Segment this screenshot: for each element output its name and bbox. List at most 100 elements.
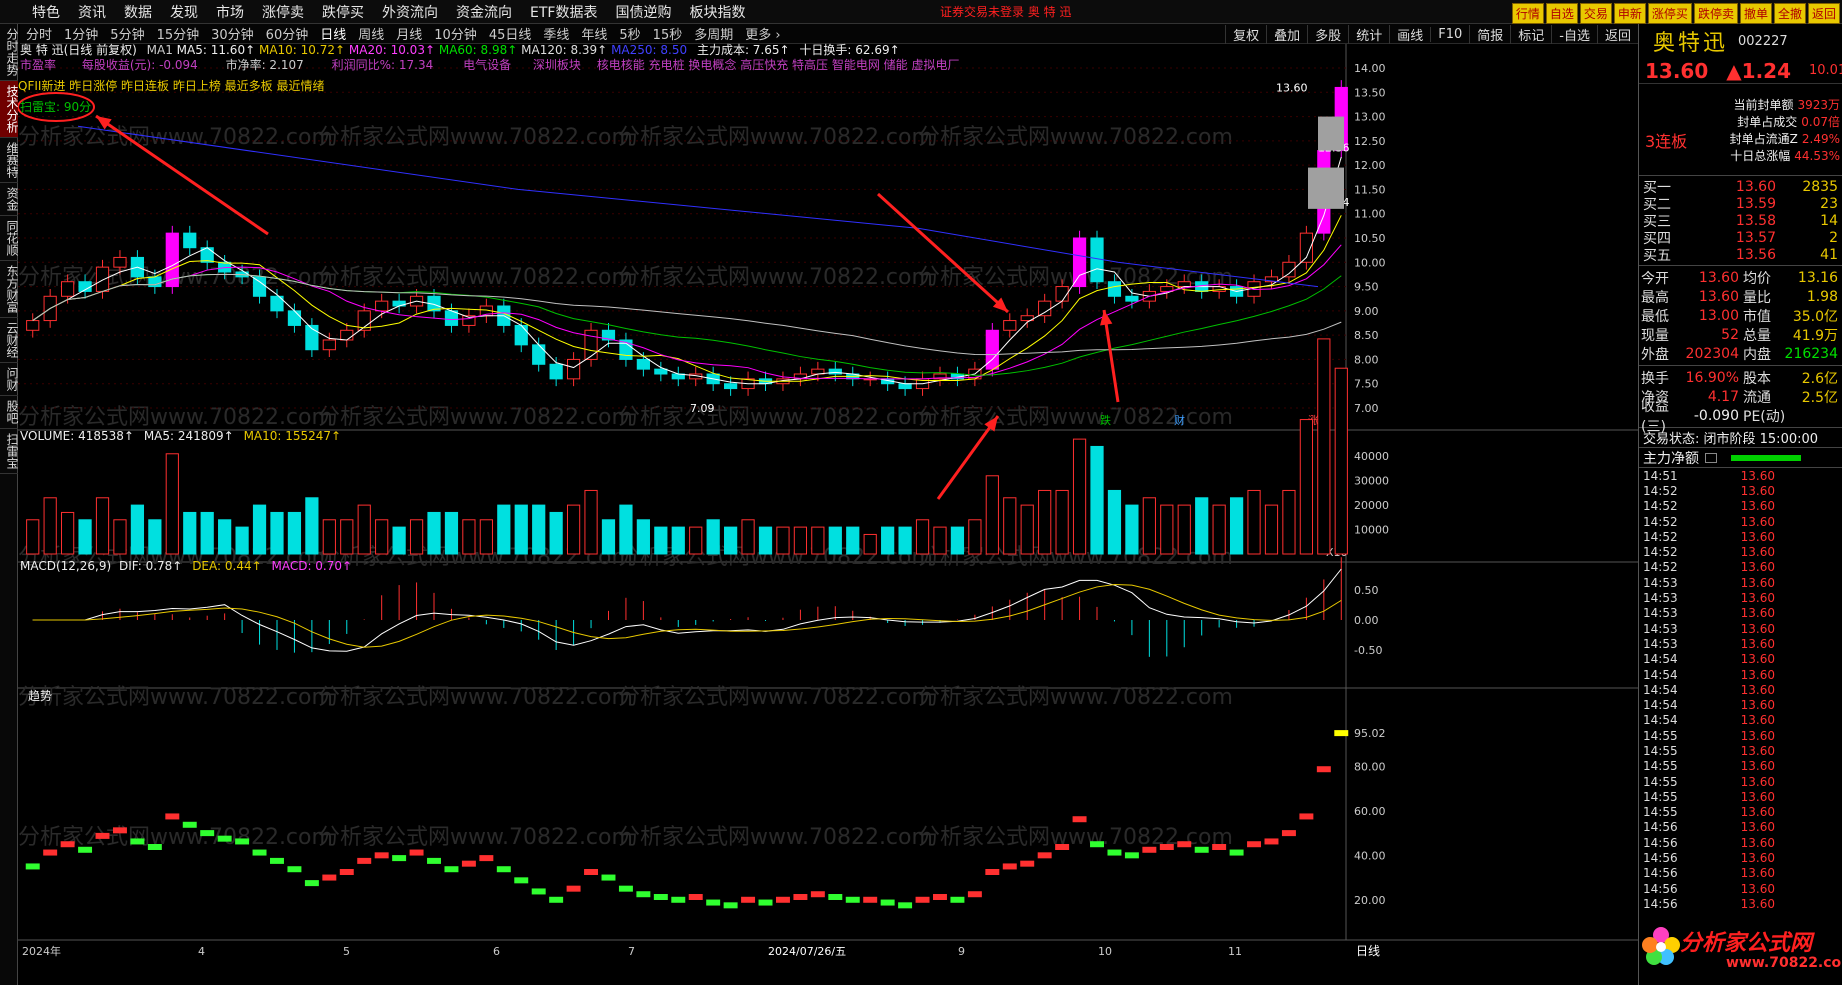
macd-tick: 0.50 xyxy=(1354,584,1379,597)
quote-key-2: 均价 xyxy=(1743,270,1771,287)
left-tab-5[interactable]: 东方财富 xyxy=(0,261,19,318)
tool-4[interactable]: 画线 xyxy=(1389,24,1430,44)
tick-time: 14:55 xyxy=(1643,728,1678,743)
trend-block xyxy=(985,869,1000,875)
quote2-row-0: 换手 16.90% 股本 2.6亿 xyxy=(1639,368,1842,387)
trade-status: 交易状态: 闭市阶段 15:00:00 xyxy=(1639,428,1842,448)
trend-block xyxy=(636,891,651,898)
top-button-0[interactable]: 行情 xyxy=(1511,3,1544,24)
bid-price: 13.58 xyxy=(1735,212,1776,229)
menu-item-11[interactable]: 板块指数 xyxy=(680,2,754,22)
kline-chart-svg[interactable]: 分析家公式网www.70822.com分析家公式网www.70822.com分析… xyxy=(17,44,1638,985)
tool-0[interactable]: 复权 xyxy=(1225,24,1266,44)
net-flow-row: 主力净额 xyxy=(1639,448,1842,468)
left-tab-4[interactable]: 同花顺 xyxy=(0,216,19,261)
volume-bar xyxy=(1090,445,1104,555)
trend-block xyxy=(182,821,197,828)
menu-item-0[interactable]: 特色 xyxy=(0,2,69,22)
left-tab-9[interactable]: 扫雷宝 xyxy=(0,429,19,474)
chart-area[interactable]: 分析家公式网www.70822.com 分析家公式网www.70822.com 分析… xyxy=(17,43,1638,985)
tool-7[interactable]: 标记 xyxy=(1510,24,1551,44)
menu-item-9[interactable]: ETF数据表 xyxy=(521,2,606,22)
trade-status-text: 交易状态: 闭市阶段 15:00:00 xyxy=(1643,432,1819,447)
menu-item-10[interactable]: 国债逆购 xyxy=(606,2,680,22)
top-button-2[interactable]: 交易 xyxy=(1579,3,1612,24)
scan-score[interactable]: 扫雷宝: 90分 xyxy=(20,98,91,115)
top-button-8[interactable]: 返回 xyxy=(1807,3,1840,24)
left-tab-3[interactable]: 资金 xyxy=(0,183,19,216)
tick-price: 13.60 xyxy=(1740,896,1775,911)
bid-row-3[interactable]: 买四 13.57 2 xyxy=(1639,229,1842,247)
volume-bar xyxy=(566,504,581,555)
tool-1[interactable]: 叠加 xyxy=(1266,24,1307,44)
tick-price: 13.60 xyxy=(1740,621,1775,636)
left-tab-1[interactable]: 技术分析 xyxy=(0,81,19,138)
trend-block xyxy=(793,894,808,900)
candle xyxy=(724,383,738,390)
volume-bar xyxy=(1020,504,1034,555)
top-button-5[interactable]: 跌停卖 xyxy=(1693,3,1738,24)
ma20-value: MA20: 10.03↑ xyxy=(348,43,436,57)
quote2-row-2: 收益(三) -0.090 PE(动) xyxy=(1639,399,1842,435)
bid-row-0[interactable]: 买一 13.60 2835 xyxy=(1639,178,1842,196)
ten-day-turnover: 十日换手: 62.69↑ xyxy=(799,43,900,57)
tool-3[interactable]: 统计 xyxy=(1348,24,1389,44)
trend-tick: 40.00 xyxy=(1354,849,1386,862)
bid-row-2[interactable]: 买三 13.58 14 xyxy=(1639,212,1842,230)
top-button-1[interactable]: 自选 xyxy=(1545,3,1578,24)
left-tab-8[interactable]: 股吧 xyxy=(0,396,19,429)
tick-time: 14:52 xyxy=(1643,514,1678,529)
volume-bar xyxy=(444,511,459,555)
candle xyxy=(95,266,110,292)
volume-bar xyxy=(950,526,965,555)
candle xyxy=(898,383,912,390)
tick-row-15: 14:54 13.60 xyxy=(1639,697,1842,712)
macd-value: MACD: 0.70↑ xyxy=(271,559,353,573)
candle xyxy=(26,320,40,331)
top-button-3[interactable]: 申新 xyxy=(1613,3,1646,24)
menu-item-4[interactable]: 市场 xyxy=(207,2,253,22)
menu-item-7[interactable]: 外资流向 xyxy=(373,2,447,22)
quote-value-2: 1.98 xyxy=(1806,288,1838,305)
top-button-4[interactable]: 涨停买 xyxy=(1647,3,1692,24)
left-tab-7[interactable]: 问财 xyxy=(0,363,19,396)
menu-item-2[interactable]: 数据 xyxy=(115,2,161,22)
tool-9[interactable]: 返回 xyxy=(1596,24,1638,44)
volume-bar xyxy=(165,453,179,555)
left-tab-6[interactable]: 云财经 xyxy=(0,318,19,363)
menu-item-1[interactable]: 资讯 xyxy=(69,2,115,22)
quote-row-2: 最低 13.00 市值 35.0亿 xyxy=(1639,306,1842,325)
bid-row-4[interactable]: 买五 13.56 41 xyxy=(1639,246,1842,264)
tool-2[interactable]: 多股 xyxy=(1307,24,1348,44)
menu-item-6[interactable]: 跌停买 xyxy=(313,2,373,22)
main-cost: 主力成本: 7.65↑ xyxy=(696,43,790,57)
ma120-value: MA120: 8.39↑ xyxy=(521,43,608,57)
trend-block xyxy=(706,899,721,906)
volume-ma5: MA5: 241809↑ xyxy=(143,429,234,443)
tool-6[interactable]: 简报 xyxy=(1469,24,1510,44)
menu-item-8[interactable]: 资金流向 xyxy=(447,2,521,22)
tool-8[interactable]: -自选 xyxy=(1551,24,1597,44)
trend-block xyxy=(584,869,599,875)
tick-time: 14:54 xyxy=(1643,652,1678,667)
tick-row-8: 14:53 13.60 xyxy=(1639,590,1842,605)
menu-item-3[interactable]: 发现 xyxy=(161,2,207,22)
bid-row-1[interactable]: 买二 13.59 23 xyxy=(1639,195,1842,213)
candle xyxy=(322,339,336,351)
tick-row-28: 14:56 13.60 xyxy=(1639,896,1842,911)
volume-bar xyxy=(776,526,790,555)
top-button-6[interactable]: 撤单 xyxy=(1739,3,1772,24)
volume-bar xyxy=(462,519,476,555)
tick-time: 14:54 xyxy=(1643,698,1678,713)
net-flow-icon[interactable] xyxy=(1705,452,1717,463)
menu-item-5[interactable]: 涨停卖 xyxy=(253,2,313,22)
trend-block xyxy=(915,896,930,903)
volume-bar xyxy=(758,526,773,555)
watermark-text: 分析家公式网www.70822.com xyxy=(618,405,933,430)
tool-5[interactable]: F10 xyxy=(1430,26,1469,42)
top-button-7[interactable]: 全撤 xyxy=(1773,3,1806,24)
left-tab-0[interactable]: 分时走势 xyxy=(0,24,19,81)
trend-block xyxy=(671,896,686,903)
trend-block xyxy=(1124,852,1139,859)
left-tab-2[interactable]: 维赛特 xyxy=(0,138,19,183)
